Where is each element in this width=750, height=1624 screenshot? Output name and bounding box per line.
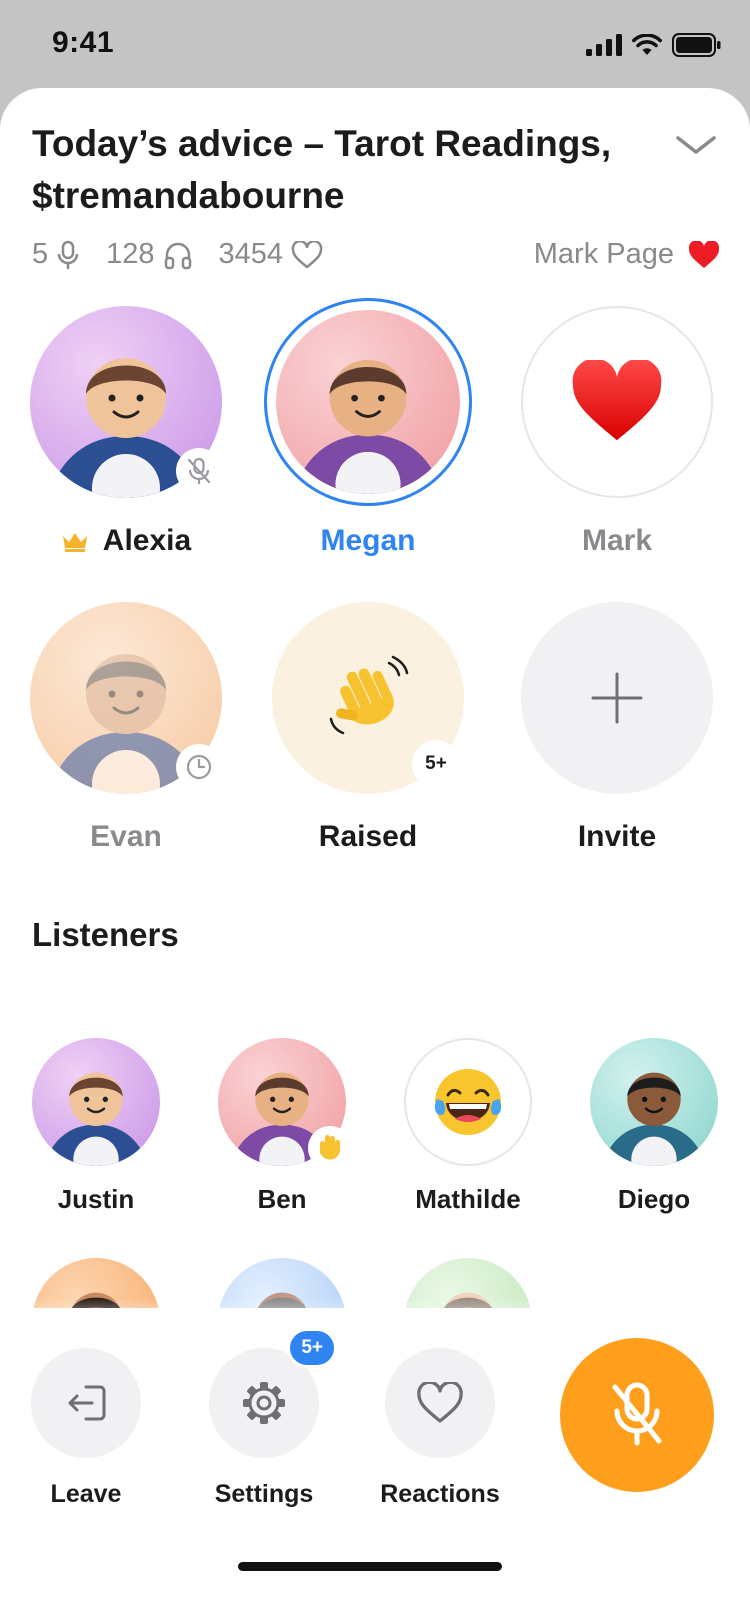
raised-count-badge: 5+ [412,740,460,788]
speaker-count: 5 [32,238,80,271]
room-stats: 5 128 3454 [32,238,349,271]
listener-name: Ben [257,1184,307,1214]
speaker-megan[interactable]: Megan [264,298,472,558]
bottom-controls: Leave 5+ Settings Reactions [0,1308,750,1624]
status-icons [586,33,722,57]
listener-name: Justin [57,1184,135,1214]
mute-toggle-button[interactable] [560,1338,714,1492]
crown-icon [62,533,87,552]
listener-justin[interactable]: Justin [16,1038,176,1215]
speaker-name: Alexia [102,524,192,557]
heart-icon [688,240,720,268]
avatar [32,1038,160,1166]
mark-page-label: Mark Page [533,238,674,270]
leave-icon [68,1385,106,1421]
home-indicator [238,1562,502,1571]
reactions-circle [385,1348,495,1458]
leave-circle [31,1348,141,1458]
speaker-mark[interactable]: Mark [517,302,717,558]
wifi-icon [632,34,662,55]
avatar [404,1038,532,1166]
heart-outline-icon [417,1382,463,1423]
mic-off-icon [612,1382,662,1446]
status-time: 9:41 [52,26,115,59]
speaker-count-value: 5 [32,238,49,270]
speaker-name: Mark [581,524,653,557]
laughing-emoji-icon [434,1069,502,1135]
mic-off-icon [176,448,222,494]
heart-outline-icon [291,240,323,268]
signal-icon [586,34,622,56]
like-count: 3454 [219,238,324,271]
raised-hand-icon [308,1126,352,1170]
speaker-name: Evan [90,820,162,853]
plus-icon [591,672,643,724]
person-illustration [602,1072,706,1166]
invite-circle [521,602,713,794]
chevron-down-icon[interactable] [674,130,718,160]
battery-icon [672,33,721,57]
raised-hands-button[interactable]: 5+ Raised [268,598,468,854]
status-bar: 9:41 [0,0,750,88]
settings-count-badge: 5+ [287,1328,337,1368]
invite-button[interactable]: Invite [517,598,717,854]
avatar [276,310,460,494]
like-count-value: 3454 [218,238,284,270]
heart-icon [572,360,662,441]
settings-button[interactable]: 5+ Settings [179,1328,349,1509]
listener-count: 128 [106,238,192,271]
person-illustration [293,359,443,494]
leave-button[interactable]: Leave [1,1348,171,1509]
room-title: Today’s advice – Tarot Readings, $treman… [32,123,612,216]
listeners-heading: Listeners [32,916,179,953]
room-sheet: Today’s advice – Tarot Readings, $treman… [0,88,750,1624]
clock-icon [176,744,222,790]
listener-name: Diego [617,1184,691,1214]
waving-hand-icon [329,655,409,735]
avatar [521,306,713,498]
listener-name: Mathilde [415,1184,521,1214]
settings-circle: 5+ [209,1328,337,1458]
reactions-label: Reactions [380,1480,500,1508]
reactions-button[interactable]: Reactions [355,1348,525,1509]
listener-mathilde[interactable]: Mathilde [388,1038,548,1215]
avatar [590,1038,718,1166]
listener-diego[interactable]: Diego [574,1038,734,1215]
listener-ben[interactable]: Ben [202,1038,362,1215]
speaker-evan[interactable]: Evan [26,598,226,854]
microphone-icon [57,240,79,269]
mark-page-button[interactable]: Mark Page [534,238,720,271]
headphones-icon [164,242,191,269]
listener-count-value: 128 [106,238,155,270]
speaker-alexia[interactable]: Alexia [26,302,226,558]
leave-label: Leave [50,1480,122,1508]
settings-label: Settings [214,1480,314,1508]
invite-label: Invite [577,820,657,853]
person-illustration [44,1072,148,1166]
raised-label: Raised [318,820,418,853]
gear-icon [243,1382,285,1424]
speaker-name: Megan [320,524,416,557]
